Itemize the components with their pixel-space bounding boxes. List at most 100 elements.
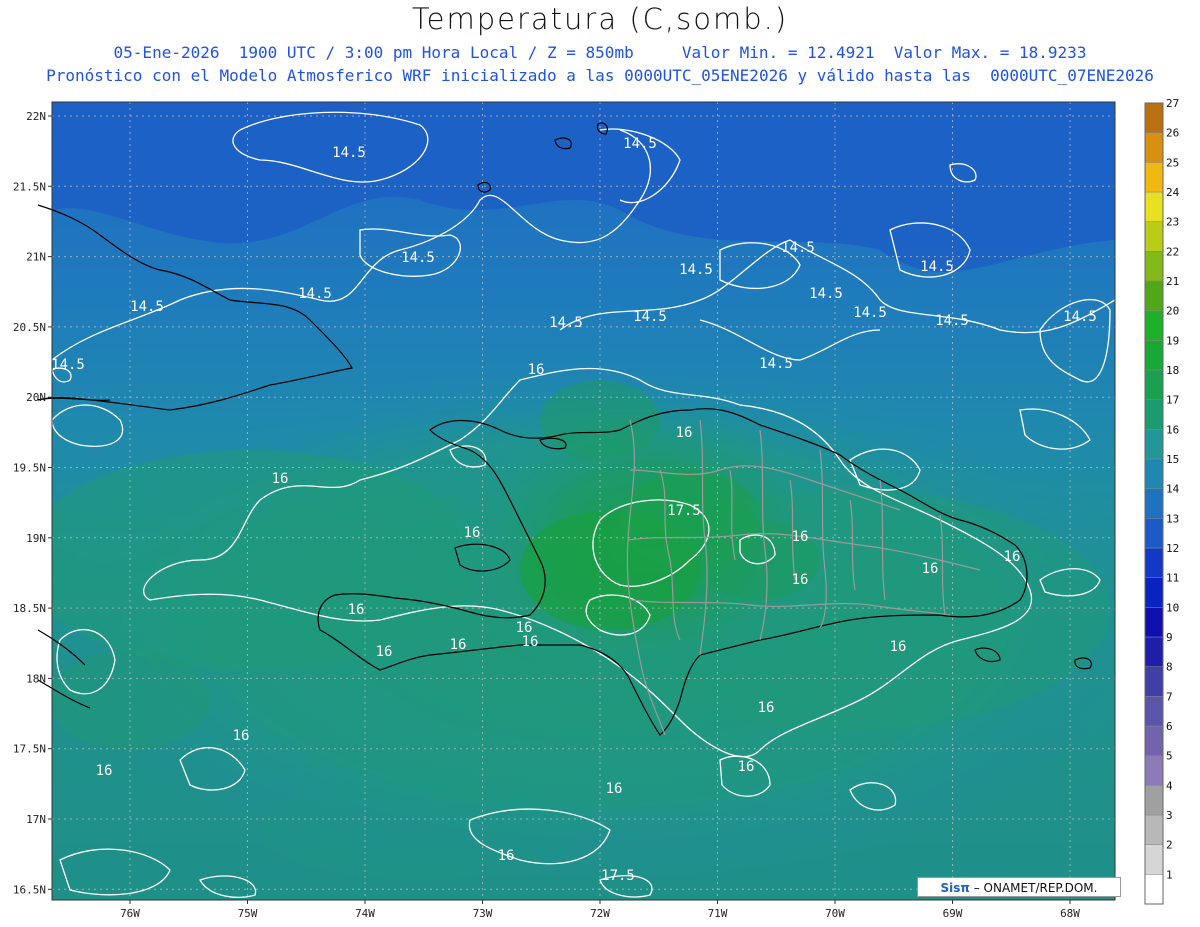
colorbar-swatch xyxy=(1144,310,1164,341)
colorbar-label: 22 xyxy=(1166,245,1179,258)
colorbar-swatch xyxy=(1144,518,1164,549)
contour-label: 14.5 xyxy=(130,299,164,315)
colorbar-label: 24 xyxy=(1166,186,1180,199)
credit-text: – ONAMET/REP.DOM. xyxy=(969,881,1098,895)
lat-tick-label: 19.5N xyxy=(13,462,46,475)
colorbar-swatch xyxy=(1144,725,1164,756)
lat-tick-label: 21N xyxy=(26,251,46,264)
lon-tick-label: 68W xyxy=(1060,907,1080,920)
colorbar-label: 23 xyxy=(1166,216,1179,229)
colorbar-swatch xyxy=(1144,369,1164,400)
contour-label: 14.5 xyxy=(853,305,887,321)
lat-tick-label: 16.5N xyxy=(13,883,46,896)
lat-tick-label: 18N xyxy=(26,672,46,685)
colorbar-swatch xyxy=(1144,814,1164,845)
lon-tick-label: 73W xyxy=(473,907,493,920)
colorbar-label: 15 xyxy=(1166,453,1179,466)
contour-label: 14.5 xyxy=(401,250,435,266)
contour-label: 16 xyxy=(233,728,250,744)
colorbar-swatch xyxy=(1144,874,1164,905)
colorbar-swatch xyxy=(1144,755,1164,786)
colorbar-swatch xyxy=(1144,191,1164,222)
contour-label: 14.5 xyxy=(935,313,969,329)
contour-label: 14.5 xyxy=(332,145,366,161)
contour-label: 16 xyxy=(96,763,113,779)
colorbar-swatch xyxy=(1144,666,1164,697)
colorbar-label: 20 xyxy=(1166,305,1179,318)
colorbar-label: 26 xyxy=(1166,127,1179,140)
colorbar-label: 14 xyxy=(1166,483,1180,496)
contour-label: 16 xyxy=(528,362,545,378)
colorbar-label: 19 xyxy=(1166,334,1179,347)
lat-tick-label: 22N xyxy=(26,110,46,123)
colorbar-label: 3 xyxy=(1166,809,1173,822)
contour-label: 16 xyxy=(758,700,775,716)
colorbar-label: 9 xyxy=(1166,631,1173,644)
colorbar-swatch xyxy=(1144,221,1164,252)
lat-tick-label: 17N xyxy=(26,813,46,826)
colorbar-label: 5 xyxy=(1166,750,1173,763)
contour-label: 14.5 xyxy=(298,286,332,302)
contour-label: 14.5 xyxy=(623,136,657,152)
colorbar-swatch xyxy=(1144,280,1164,311)
contour-label: 17.5 xyxy=(601,868,635,884)
contour-label: 14.5 xyxy=(809,286,843,302)
lon-tick-label: 72W xyxy=(590,907,610,920)
colorbar-swatch xyxy=(1144,458,1164,489)
colorbar-swatch xyxy=(1144,488,1164,519)
colorbar-swatch xyxy=(1144,785,1164,816)
lat-tick-label: 21.5N xyxy=(13,180,46,193)
lon-tick-label: 75W xyxy=(238,907,258,920)
colorbar-swatch xyxy=(1144,102,1164,133)
contour-label: 16 xyxy=(376,644,393,660)
colorbar-swatch xyxy=(1144,399,1164,430)
credit-box: Sisπ – ONAMET/REP.DOM. xyxy=(917,877,1121,897)
colorbar-label: 16 xyxy=(1166,423,1179,436)
lon-tick-label: 74W xyxy=(355,907,375,920)
contour-label: 16 xyxy=(348,602,365,618)
contour-label: 16 xyxy=(522,634,539,650)
colorbar-label: 4 xyxy=(1166,779,1173,792)
contour-label: 14.5 xyxy=(679,262,713,278)
colorbar-label: 17 xyxy=(1166,394,1179,407)
contour-label: 16 xyxy=(464,525,481,541)
colorbar-swatch xyxy=(1144,132,1164,163)
contour-label: 14.5 xyxy=(781,240,815,256)
colorbar-swatch xyxy=(1144,340,1164,371)
contour-label: 14.5 xyxy=(51,357,85,373)
lat-tick-label: 20N xyxy=(26,391,46,404)
lon-tick-label: 71W xyxy=(708,907,728,920)
latitude-axis: 22N 21.5N 21N 20.5N 20N 19.5N 19N 18.5N 18N 17.5N… xyxy=(13,110,52,896)
colorbar-swatch xyxy=(1144,429,1164,460)
colorbar-swatch xyxy=(1144,251,1164,282)
contour-label: 16 xyxy=(792,529,809,545)
contour-label: 16 xyxy=(676,425,693,441)
lon-tick-label: 76W xyxy=(120,907,140,920)
contour-label: 16 xyxy=(922,561,939,577)
temperature-map: 22N 21.5N 21N 20.5N 20N 19.5N 19N 18.5N 18N 17.5N… xyxy=(13,97,1180,920)
contour-label: 16 xyxy=(498,848,515,864)
contour-label: 14.5 xyxy=(759,356,793,372)
colorbar-swatch xyxy=(1144,696,1164,727)
contour-label: 16 xyxy=(890,639,907,655)
colorbar-swatch xyxy=(1144,607,1164,638)
contour-label: 14.5 xyxy=(1063,309,1097,325)
contour-label: 16 xyxy=(450,637,467,653)
colorbar-label: 6 xyxy=(1166,720,1173,733)
lat-tick-label: 18.5N xyxy=(13,602,46,615)
contour-label: 16 xyxy=(1004,549,1021,565)
colorbar-label: 13 xyxy=(1166,512,1179,525)
lat-tick-label: 17.5N xyxy=(13,743,46,756)
lon-tick-label: 69W xyxy=(943,907,963,920)
colorbar-label: 7 xyxy=(1166,690,1173,703)
colorbar-label: 18 xyxy=(1166,364,1179,377)
colorbar-swatch xyxy=(1144,844,1164,875)
longitude-axis: 76W 75W 74W 73W 72W 71W 70W 69W 68W xyxy=(120,900,1080,920)
colorbar-swatch xyxy=(1144,636,1164,667)
contour-label: 16 xyxy=(272,471,289,487)
lat-tick-label: 20.5N xyxy=(13,321,46,334)
colorbar-label: 12 xyxy=(1166,542,1179,555)
colorbar-swatch xyxy=(1144,162,1164,193)
contour-label: 17.5 xyxy=(667,503,701,519)
colorbar-label: 1 xyxy=(1166,868,1173,881)
